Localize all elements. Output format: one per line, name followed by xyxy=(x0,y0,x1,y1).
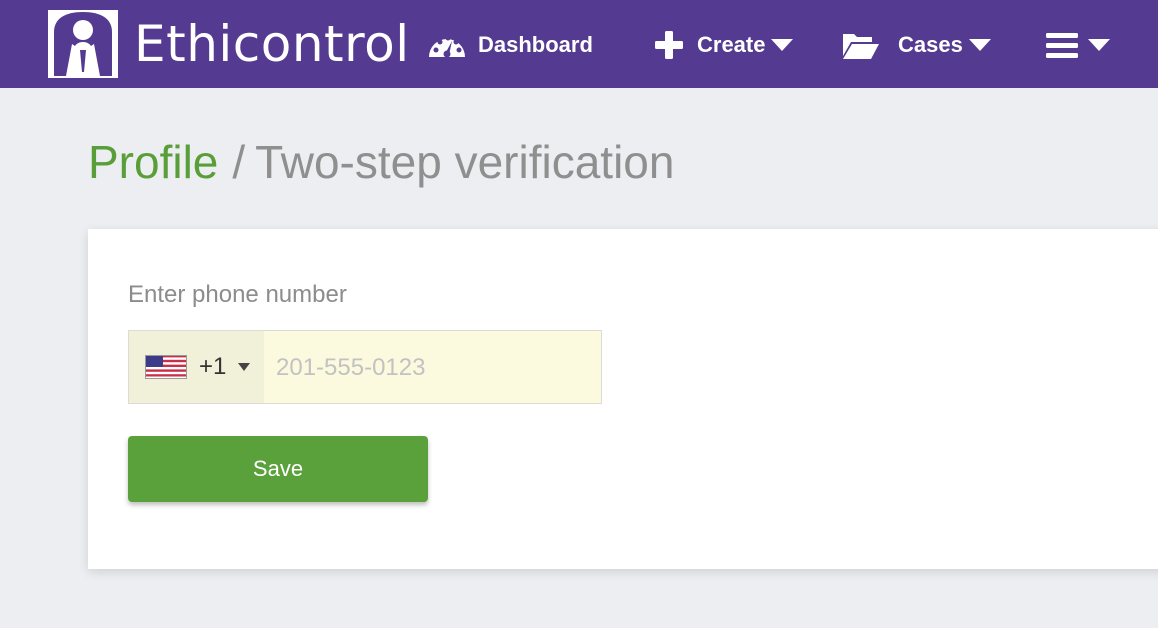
nav-cases[interactable]: Cases xyxy=(842,26,991,64)
caret-down-icon xyxy=(1088,39,1110,51)
plus-icon xyxy=(655,31,683,59)
save-button[interactable]: Save xyxy=(128,436,428,502)
top-navigation-bar: Ethicontrol Dashboard Create Cases xyxy=(0,0,1158,88)
phone-number-input[interactable] xyxy=(264,331,601,405)
caret-down-icon xyxy=(968,39,991,51)
logo-person-icon xyxy=(54,12,112,76)
breadcrumb: Profile / Two-step verification xyxy=(88,136,674,188)
nav-create-label: Create xyxy=(697,32,766,57)
page-title: Two-step verification xyxy=(255,136,675,188)
country-dial-code: +1 xyxy=(199,353,227,380)
caret-down-icon xyxy=(771,39,794,51)
nav-dashboard-label: Dashboard xyxy=(478,32,593,57)
dashboard-gauge-icon xyxy=(429,35,465,58)
nav-menu[interactable] xyxy=(1046,26,1110,64)
nav-dashboard[interactable]: Dashboard xyxy=(428,26,593,64)
us-flag-icon xyxy=(145,355,187,379)
phone-input-group: +1 xyxy=(128,330,602,405)
folder-open-icon xyxy=(843,34,879,59)
nav-create[interactable]: Create xyxy=(654,26,794,64)
phone-form-card: Enter phone number +1 Save xyxy=(88,229,1158,569)
breadcrumb-profile-link[interactable]: Profile xyxy=(88,136,218,188)
brand-name[interactable]: Ethicontrol xyxy=(134,14,410,74)
nav-cases-label: Cases xyxy=(898,32,963,57)
caret-down-icon xyxy=(238,363,251,371)
breadcrumb-separator: / xyxy=(232,136,246,188)
hamburger-menu-icon xyxy=(1046,33,1078,58)
phone-field-label: Enter phone number xyxy=(128,281,347,308)
country-code-dropdown[interactable]: +1 xyxy=(129,331,264,403)
logo[interactable] xyxy=(48,10,118,78)
